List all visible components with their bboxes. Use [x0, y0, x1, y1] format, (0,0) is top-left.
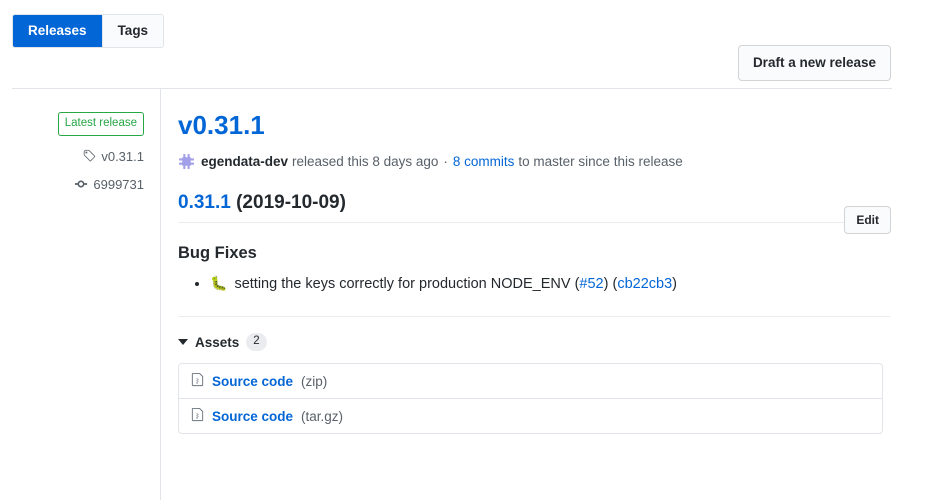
releases-body: Latest release v0.31.1 6999731 v0.31.1 e…: [0, 89, 935, 500]
app-avatar-icon: [178, 152, 195, 170]
release-notes-version-heading: 0.31.1 (2019-10-09): [178, 192, 890, 223]
assets-label: Assets: [195, 334, 240, 350]
asset-row-targz[interactable]: Source code (tar.gz): [179, 398, 882, 433]
assets-divider: [178, 316, 890, 318]
asset-name-link[interactable]: Source code: [212, 374, 293, 389]
bug-fixes-list: 🐛 setting the keys correctly for product…: [178, 273, 880, 295]
release-title-link[interactable]: v0.31.1: [178, 110, 265, 141]
bug-fix-text: setting the keys correctly for productio…: [234, 275, 571, 292]
latest-release-badge: Latest release: [57, 112, 144, 136]
file-icon: [191, 372, 204, 390]
release-meta: egendata-dev released this 8 days ago · …: [178, 152, 880, 170]
tab-releases[interactable]: Releases: [13, 15, 102, 47]
commits-suffix-text: to master since this release: [518, 153, 683, 169]
edit-release-button[interactable]: Edit: [844, 206, 891, 234]
sidebar-commit-hash: 6999731: [93, 176, 144, 192]
chevron-down-icon: [178, 339, 188, 346]
commit-sha-link[interactable]: cb22cb3: [617, 276, 672, 292]
asset-row-zip[interactable]: Source code (zip): [179, 364, 882, 398]
asset-extension: (tar.gz): [301, 408, 344, 424]
tag-icon: [82, 149, 96, 163]
asset-name-link[interactable]: Source code: [212, 409, 293, 424]
tab-tags[interactable]: Tags: [101, 15, 164, 47]
commit-paren-close: ): [672, 275, 677, 292]
assets-toggle[interactable]: Assets 2: [178, 333, 267, 352]
release-notes-version-link[interactable]: 0.31.1: [178, 192, 231, 213]
sidebar-tag-name: v0.31.1: [101, 148, 144, 164]
release-notes-date: (2019-10-09): [236, 191, 346, 213]
commits-link[interactable]: 8 commits: [453, 154, 515, 169]
draft-new-release-button[interactable]: Draft a new release: [737, 45, 891, 81]
list-item: 🐛 setting the keys correctly for product…: [210, 273, 880, 295]
assets-count-badge: 2: [246, 333, 267, 352]
page-header: Releases Tags Draft a new release: [0, 0, 935, 89]
release-main: v0.31.1 egendata-dev released this 8 day…: [161, 89, 935, 435]
asset-extension: (zip): [301, 373, 328, 389]
assets-list: Source code (zip) Source code (tar.gz): [178, 363, 883, 435]
issue-link[interactable]: #52: [579, 276, 603, 292]
release-sidebar: Latest release v0.31.1 6999731: [0, 89, 160, 192]
bug-fixes-heading: Bug Fixes: [178, 243, 257, 262]
releases-tags-toggle: Releases Tags: [12, 14, 165, 48]
bug-emoji-icon: 🐛: [210, 274, 228, 291]
sidebar-tag-row[interactable]: v0.31.1: [0, 149, 144, 164]
release-published-text: released this 8 days ago: [292, 153, 439, 169]
release-notes: 0.31.1 (2019-10-09) Bug Fixes 🐛 setting …: [178, 192, 890, 435]
releases-page: Releases Tags Draft a new release Latest…: [0, 0, 935, 500]
commit-icon: [74, 177, 88, 191]
file-icon: [191, 407, 204, 425]
meta-separator: ·: [443, 153, 448, 169]
sidebar-commit-row[interactable]: 6999731: [0, 177, 144, 192]
issue-paren-close: ): [603, 275, 609, 292]
release-author[interactable]: egendata-dev: [201, 154, 288, 169]
